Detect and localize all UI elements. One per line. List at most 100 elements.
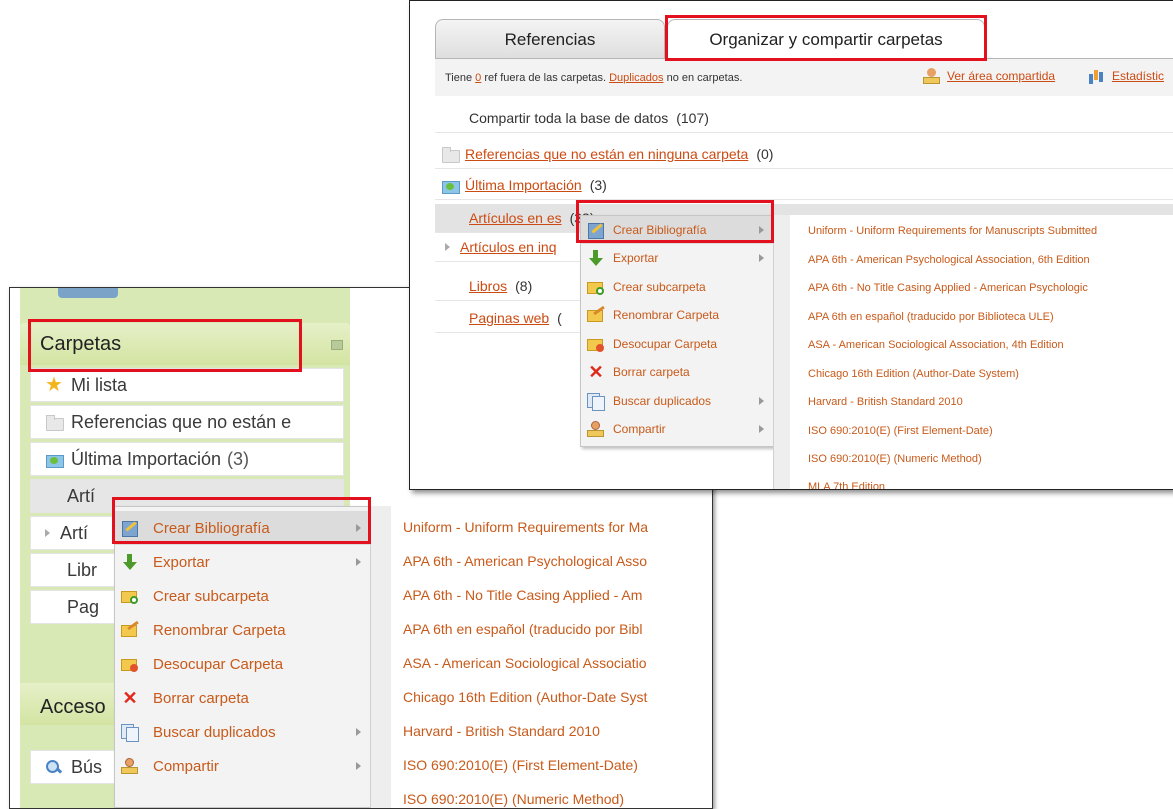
menu-item-label: Exportar: [153, 553, 210, 571]
menu-item-delete-folder[interactable]: ✕ Borrar carpeta: [581, 358, 774, 386]
duplicates-icon: [587, 393, 605, 411]
style-option[interactable]: ASA - American Sociological Association,…: [808, 331, 1064, 359]
highlight-box-folders: [28, 319, 302, 372]
row-label[interactable]: Artículos en es: [469, 210, 562, 226]
submenu-arrow-icon: [356, 558, 361, 566]
menu-item-export[interactable]: Exportar: [581, 244, 774, 272]
submenu-arrow-icon: [759, 425, 764, 433]
menu-item-find-duplicates[interactable]: Buscar duplicados: [115, 715, 371, 749]
menu-item-label: Borrar carpeta: [613, 365, 690, 379]
add-folder-icon: [121, 588, 139, 604]
sidebar-item-label: Referencias que no están e: [71, 411, 292, 432]
sidebar-item-unfiled[interactable]: Referencias que no están e: [30, 405, 344, 439]
menu-item-create-subfolder[interactable]: Crear subcarpeta: [115, 579, 371, 613]
style-option[interactable]: APA 6th - No Title Casing Applied - Amer…: [808, 274, 1088, 302]
row-unfiled[interactable]: Referencias que no están en ninguna carp…: [435, 140, 1173, 169]
menu-item-label: Desocupar Carpeta: [613, 337, 718, 351]
info-prefix: Tiene: [445, 72, 476, 84]
rename-folder-icon: [121, 622, 139, 638]
style-option[interactable]: ISO 690:2010(E) (First Element-Date): [808, 417, 993, 445]
share-icon: [923, 68, 941, 84]
search-icon: [45, 759, 63, 775]
row-label[interactable]: Paginas web: [469, 310, 549, 326]
style-option[interactable]: APA 6th en español (traducido por Biblio…: [808, 303, 1054, 331]
menu-item-find-duplicates[interactable]: Buscar duplicados: [581, 387, 774, 415]
row-count: (107): [676, 110, 709, 126]
menu-item-label: Buscar duplicados: [613, 394, 712, 408]
menu-item-rename-folder[interactable]: Renombrar Carpeta: [581, 301, 774, 329]
menu-item-label: Renombrar Carpeta: [613, 308, 720, 322]
menu-item-empty-folder[interactable]: Desocupar Carpeta: [581, 330, 774, 358]
expand-arrow-icon[interactable]: [445, 243, 450, 251]
folder-icon: [441, 146, 460, 163]
export-arrow-icon: [587, 250, 605, 266]
folder-context-menu: Crear Bibliografía Exportar Crear subcar…: [114, 506, 372, 808]
style-option[interactable]: Uniform - Uniform Requirements for Manus…: [808, 217, 1097, 245]
highlight-box-create-bibliography: [576, 200, 774, 243]
style-option[interactable]: APA 6th - No Title Casing Applied - Am: [403, 578, 642, 612]
style-option[interactable]: APA 6th - American Psychological Asso: [403, 544, 647, 578]
tab-references[interactable]: Referencias: [435, 19, 665, 59]
info-bar: Tiene 0 ref fuera de las carpetas. Dupli…: [435, 59, 1173, 96]
menu-item-share[interactable]: Compartir: [581, 415, 774, 443]
folder-context-menu-small: Crear Bibliografía Exportar Crear subcar…: [580, 215, 775, 447]
style-option[interactable]: ISO 690:2010(E) (Numeric Method): [808, 445, 982, 473]
submenu-arrow-icon: [356, 728, 361, 736]
menu-item-label: Crear subcarpeta: [613, 280, 706, 294]
share-icon: [121, 758, 139, 774]
row-last-import[interactable]: Última Importación (3): [435, 171, 1173, 200]
info-suffix: no en carpetas.: [663, 72, 743, 84]
sidebar-item-mi-lista[interactable]: ★ Mi lista: [30, 368, 344, 402]
stats-link-group[interactable]: Estadístic: [1088, 68, 1164, 84]
menu-item-share[interactable]: Compartir: [115, 749, 371, 783]
style-option[interactable]: Harvard - British Standard 2010: [808, 388, 963, 416]
front-window: Referencias Organizar y compartir carpet…: [409, 0, 1173, 490]
row-label: Compartir toda la base de datos: [469, 110, 669, 126]
style-option[interactable]: Harvard - British Standard 2010: [403, 714, 600, 748]
collapse-icon[interactable]: [331, 340, 343, 350]
style-option[interactable]: ASA - American Sociological Associatio: [403, 646, 647, 680]
bar-chart-icon: [1088, 68, 1106, 84]
style-option[interactable]: APA 6th en español (traducido por Bibl: [403, 612, 642, 646]
menu-item-empty-folder[interactable]: Desocupar Carpeta: [115, 647, 371, 681]
sidebar-item-last-import[interactable]: Última Importación (3): [30, 442, 344, 476]
row-count: (0): [756, 146, 774, 162]
submenu-arrow-icon: [356, 762, 361, 770]
bibliography-style-submenu: Uniform - Uniform Requirements for Ma AP…: [370, 506, 711, 808]
menu-item-label: Desocupar Carpeta: [153, 655, 284, 673]
row-label[interactable]: Libros: [469, 278, 507, 294]
menu-item-create-subfolder[interactable]: Crear subcarpeta: [581, 273, 774, 301]
stats-link[interactable]: Estadístic: [1112, 69, 1164, 83]
menu-item-label: Crear subcarpeta: [153, 587, 269, 605]
shared-area-link-group[interactable]: Ver área compartida: [923, 68, 1055, 84]
style-option[interactable]: APA 6th - American Psychological Associa…: [808, 246, 1090, 274]
star-icon: ★: [45, 374, 63, 396]
shared-area-link[interactable]: Ver área compartida: [947, 69, 1055, 83]
style-option[interactable]: MLA 7th Edition: [808, 473, 885, 489]
delete-x-icon: ✕: [122, 688, 138, 708]
style-option[interactable]: ISO 690:2010(E) (Numeric Method): [403, 782, 624, 808]
duplicates-link[interactable]: Duplicados: [609, 72, 663, 84]
import-folder-icon: [45, 451, 64, 468]
row-label[interactable]: Referencias que no están en ninguna carp…: [465, 146, 748, 162]
style-option[interactable]: Uniform - Uniform Requirements for Ma: [403, 510, 648, 544]
highlight-box-create-bibliography: [112, 497, 371, 544]
style-option[interactable]: Chicago 16th Edition (Author-Date System…: [808, 360, 1019, 388]
menu-item-delete-folder[interactable]: ✕ Borrar carpeta: [115, 681, 371, 715]
empty-folder-icon: [587, 336, 605, 352]
expand-arrow-icon[interactable]: [45, 529, 50, 537]
row-label[interactable]: Última Importación: [465, 177, 582, 193]
style-option[interactable]: ISO 690:2010(E) (First Element-Date): [403, 748, 638, 782]
style-option[interactable]: Chicago 16th Edition (Author-Date Syst: [403, 680, 647, 714]
menu-item-export[interactable]: Exportar: [115, 545, 371, 579]
menu-item-label: Renombrar Carpeta: [153, 621, 286, 639]
menu-item-rename-folder[interactable]: Renombrar Carpeta: [115, 613, 371, 647]
row-count: (: [557, 310, 562, 326]
row-share-database[interactable]: Compartir toda la base de datos (107): [435, 104, 1173, 133]
sidebar-item-label: Última Importación: [71, 448, 222, 469]
row-label[interactable]: Artículos en inq: [460, 239, 557, 255]
sidebar-top-widget: [58, 288, 118, 298]
duplicates-icon: [121, 724, 139, 742]
highlight-box-organize-tab: [665, 15, 987, 61]
menu-item-label: Buscar duplicados: [153, 723, 276, 741]
